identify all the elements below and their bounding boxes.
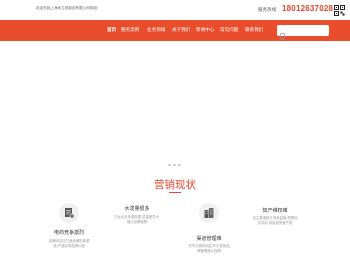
nav-item-home[interactable]: 首页 xyxy=(107,27,116,33)
top-bar: 欢迎光临上海永立纸制品有限公司网站! 服务热线: 18012637028 xyxy=(0,0,350,20)
feature-desc: 品牌网站应打造品牌形象塑造,严重影响品牌价值 xyxy=(48,239,90,248)
search-box[interactable] xyxy=(277,25,329,40)
carousel-dot[interactable] xyxy=(173,164,176,166)
feature-title: 知产维权难 xyxy=(262,208,288,214)
search-input[interactable] xyxy=(287,27,327,34)
nav-item-business[interactable]: 业务领域 xyxy=(147,27,165,33)
nav-item-faq[interactable]: 常见问题 xyxy=(220,27,238,33)
phone-icon xyxy=(280,27,285,40)
feature-title: 电商竞争激烈 xyxy=(54,230,85,236)
main-nav: 首页 服务案例 业务领域 关于我们 新闻中心 常见问题 联系我们 xyxy=(0,20,350,41)
qr-code-icon[interactable] xyxy=(334,3,345,16)
feature-desc: 平台出多来源效果,质量差异大,难以品牌保障 xyxy=(114,215,160,224)
carousel-dot[interactable] xyxy=(168,164,171,166)
section-title: 营销现状 xyxy=(154,179,196,191)
section-title-underline xyxy=(169,192,181,193)
carousel-dots xyxy=(168,164,181,166)
nav-item-cases[interactable]: 服务案例 xyxy=(121,27,139,33)
document-icon xyxy=(59,203,79,223)
hero-banner xyxy=(0,41,350,168)
nav-item-about[interactable]: 关于我们 xyxy=(172,27,190,33)
buildings-icon xyxy=(199,203,219,223)
hotline-number[interactable]: 18012637028 xyxy=(282,4,333,13)
feature-desc: 自主渠道缺乏商品监管,假冒伪劣成风,消费者受害严重 xyxy=(252,216,298,225)
nav-item-contact[interactable]: 联系我们 xyxy=(245,27,263,33)
carousel-dot[interactable] xyxy=(178,164,181,166)
hotline-label: 服务热线: xyxy=(258,7,278,12)
nav-item-news[interactable]: 新闻中心 xyxy=(196,27,214,33)
welcome-text: 欢迎光临上海永立纸制品有限公司网站! xyxy=(36,6,99,10)
feature-title: 水泼量很多 xyxy=(124,206,150,212)
feature-desc: 不同分销商利益不均,导致品牌管理难以保障 xyxy=(188,244,230,253)
feature-title: 渠道管理难 xyxy=(196,236,222,242)
